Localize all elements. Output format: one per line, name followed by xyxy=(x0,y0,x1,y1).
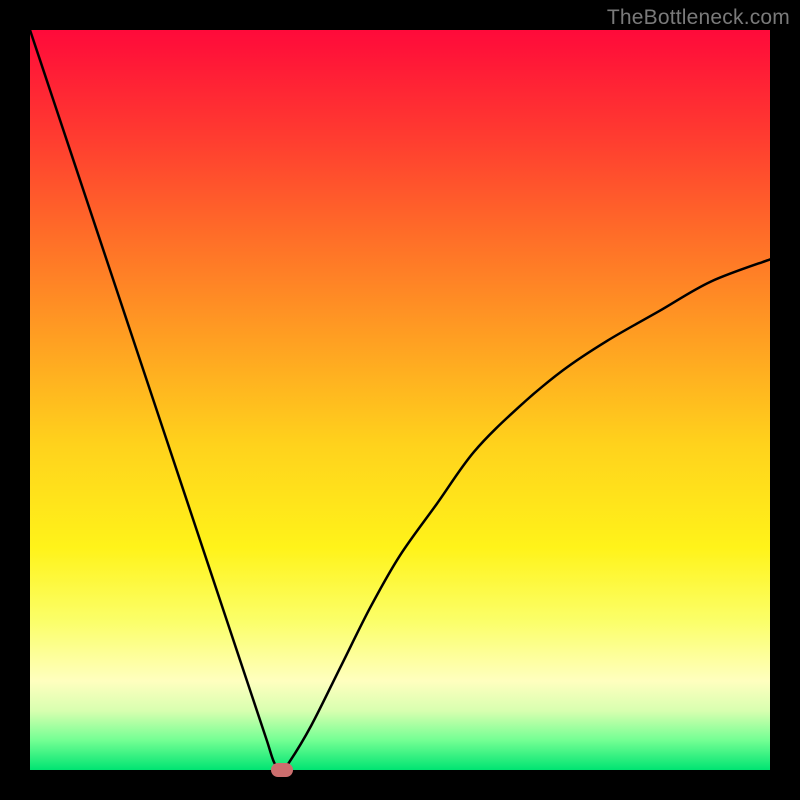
chart-plot-area xyxy=(30,30,770,770)
bottleneck-curve xyxy=(30,30,770,770)
watermark-text: TheBottleneck.com xyxy=(607,6,790,30)
optimal-point-marker xyxy=(271,763,293,777)
